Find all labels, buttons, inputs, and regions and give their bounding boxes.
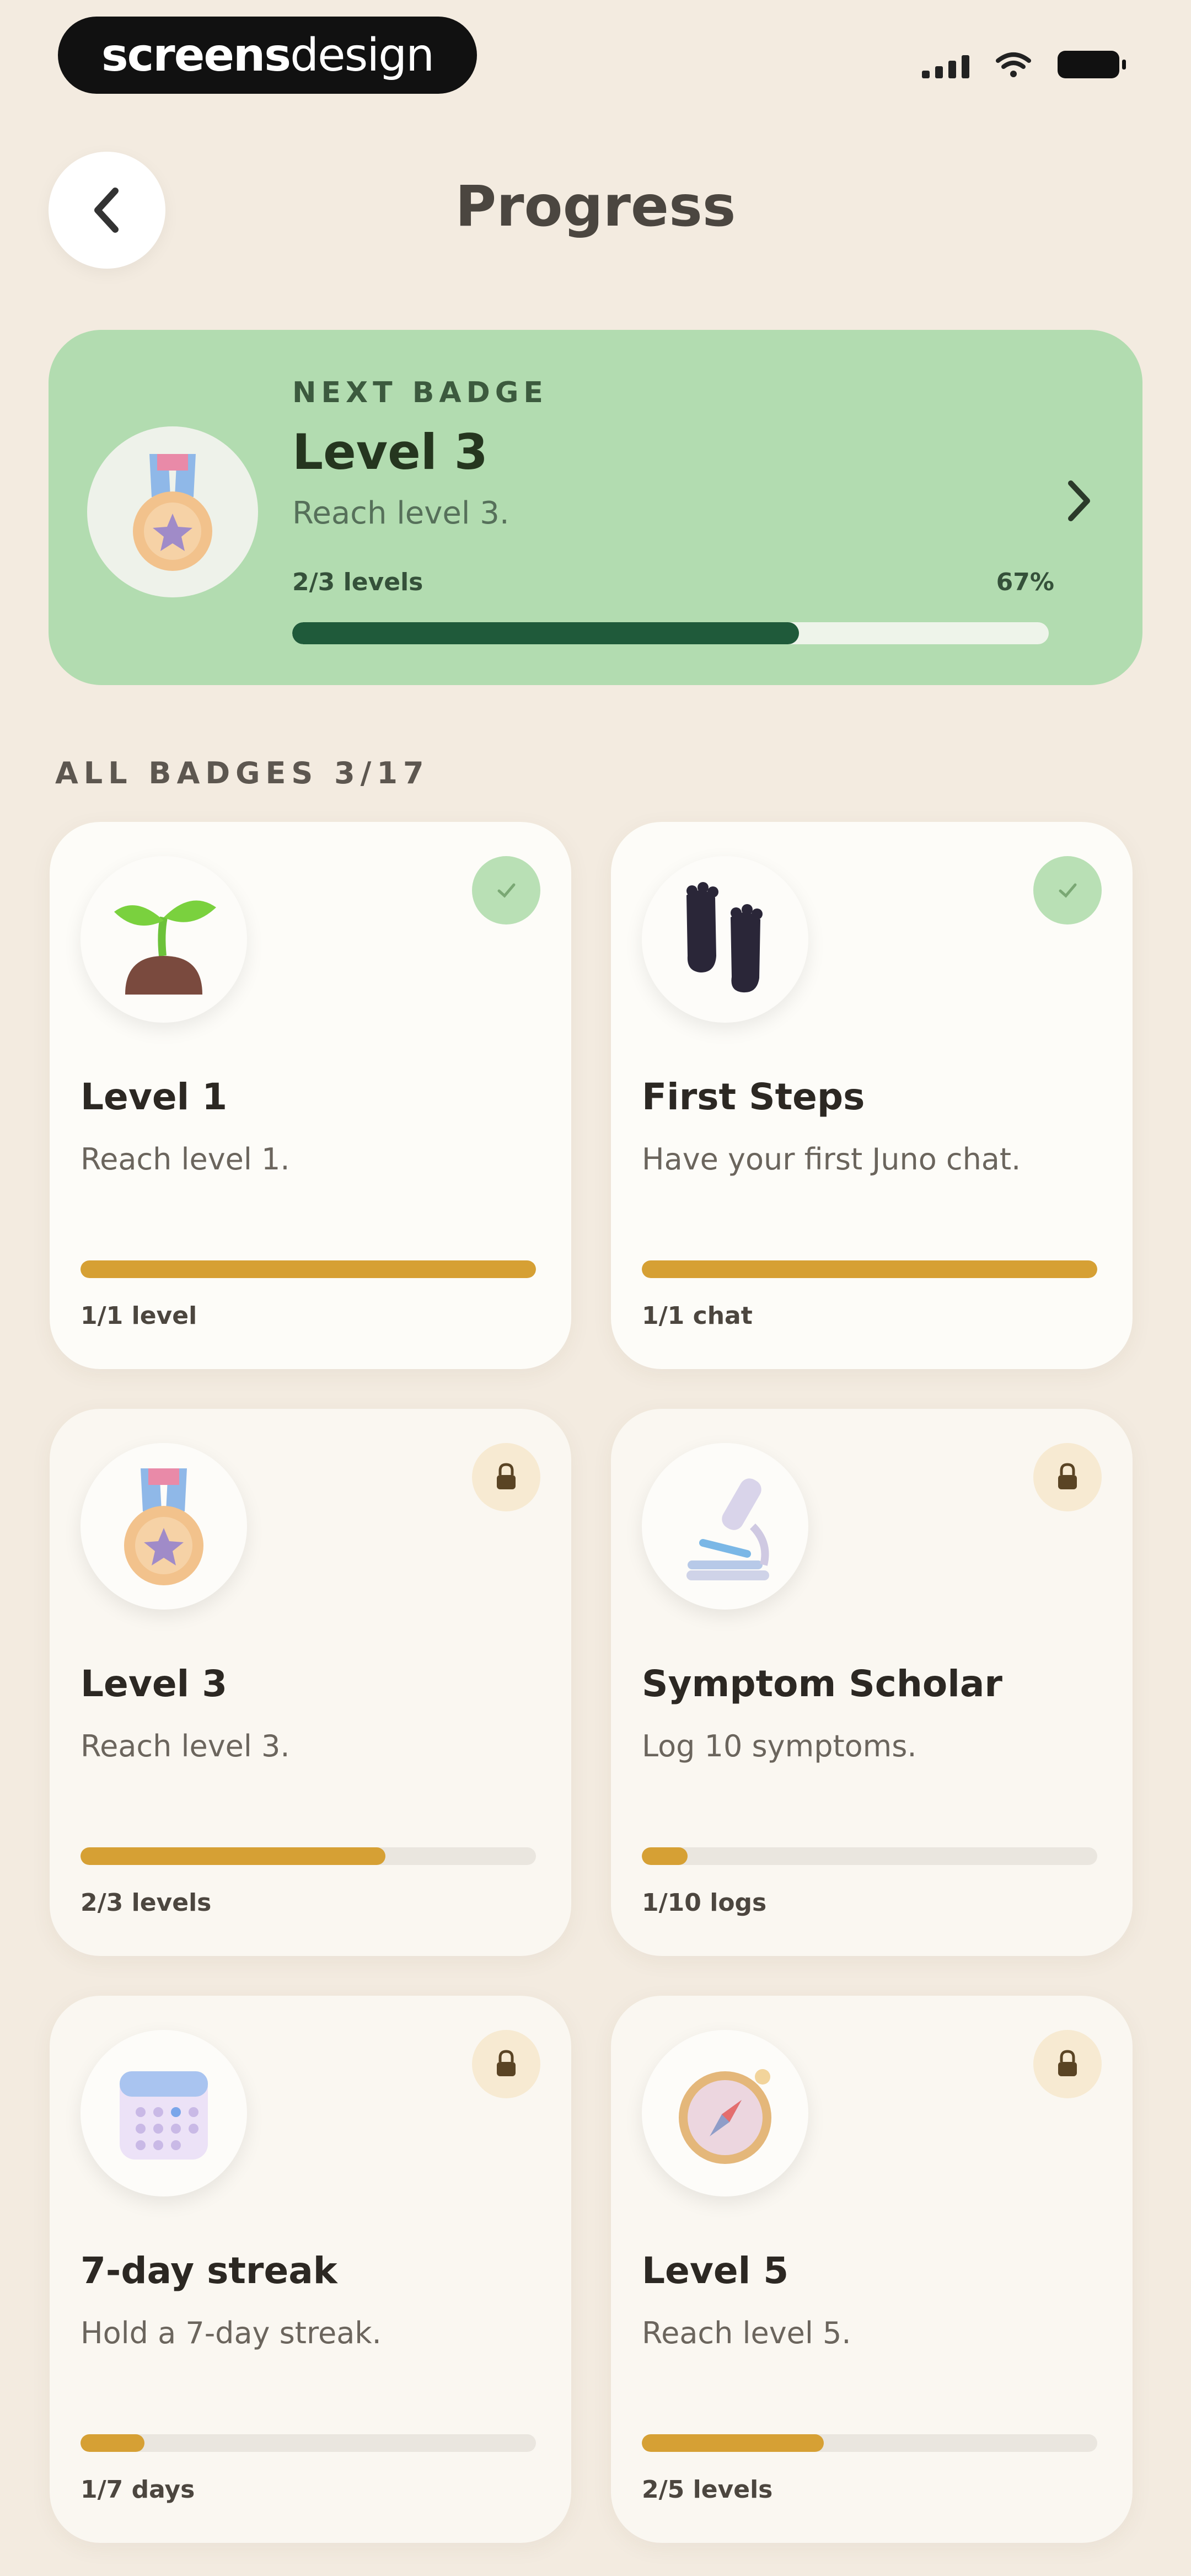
medal-icon	[81, 1443, 247, 1610]
page-title: Progress	[455, 174, 736, 239]
badge-description: Have your first Juno chat.	[642, 1142, 1021, 1177]
badge-card-first-steps[interactable]: First Steps Have your first Juno chat. 1…	[611, 822, 1133, 1369]
badge-progress-bar	[642, 1260, 1097, 1278]
badge-count: 2/3 levels	[81, 1889, 212, 1917]
battery-icon	[1058, 51, 1126, 78]
badge-progress-bar	[81, 1260, 536, 1278]
badge-count: 1/7 days	[81, 2476, 195, 2504]
lock-icon	[472, 2030, 540, 2098]
badge-count: 1/1 chat	[642, 1302, 753, 1330]
next-badge-kicker: NEXT BADGE	[292, 376, 548, 409]
lock-icon	[1033, 2030, 1102, 2098]
next-badge-progress-fill	[292, 622, 800, 644]
next-badge-percent: 67%	[996, 568, 1054, 596]
badge-description: Reach level 3.	[81, 1729, 290, 1763]
badge-progress-bar	[81, 2434, 536, 2452]
status-bar: screens design	[0, 0, 1191, 116]
calendar-icon	[81, 2030, 247, 2196]
brand-logo-bold: screens	[101, 29, 291, 82]
system-icons	[922, 51, 1126, 78]
badge-count: 1/1 level	[81, 1302, 197, 1330]
next-badge-card[interactable]: NEXT BADGE Level 3 Reach level 3. 2/3 le…	[49, 330, 1142, 685]
badge-card-level-1[interactable]: Level 1 Reach level 1. 1/1 level	[50, 822, 571, 1369]
badge-progress-bar	[642, 1847, 1097, 1865]
lock-icon	[472, 1443, 540, 1511]
next-badge-progress-bar	[292, 622, 1049, 644]
signal-icon	[922, 55, 969, 78]
earned-check-icon	[472, 856, 540, 924]
badge-progress-bar	[642, 2434, 1097, 2452]
lock-icon	[1033, 1443, 1102, 1511]
next-badge-description: Reach level 3.	[292, 495, 509, 531]
badge-count: 1/10 logs	[642, 1889, 767, 1917]
medal-icon	[87, 426, 258, 597]
badge-title: 7-day streak	[81, 2249, 337, 2292]
brand-logo: screens design	[58, 17, 477, 94]
badge-card-level-5[interactable]: Level 5 Reach level 5. 2/5 levels	[611, 1996, 1133, 2543]
badge-progress-fill	[81, 1260, 536, 1278]
badge-description: Reach level 1.	[81, 1142, 290, 1177]
badge-progress-fill	[642, 2434, 824, 2452]
next-badge-count: 2/3 levels	[292, 568, 423, 596]
badge-count: 2/5 levels	[642, 2476, 773, 2504]
badge-progress-fill	[81, 2434, 144, 2452]
badge-card-symptom-scholar[interactable]: Symptom Scholar Log 10 symptoms. 1/10 lo…	[611, 1409, 1133, 1956]
badge-title: First Steps	[642, 1076, 865, 1118]
badge-title: Symptom Scholar	[642, 1663, 1002, 1705]
all-badges-label: ALL BADGES 3/17	[55, 756, 430, 790]
earned-check-icon	[1033, 856, 1102, 924]
brand-logo-light: design	[290, 29, 434, 82]
badge-progress-fill	[642, 1260, 1097, 1278]
badge-progress-fill	[81, 1847, 386, 1865]
badge-description: Log 10 symptoms.	[642, 1729, 917, 1763]
chevron-right-icon	[1068, 480, 1090, 521]
badge-progress-bar	[81, 1847, 536, 1865]
wifi-icon	[996, 52, 1031, 77]
badge-title: Level 1	[81, 1076, 228, 1118]
badge-title: Level 3	[81, 1663, 228, 1705]
compass-icon	[642, 2030, 808, 2196]
badge-card-level-3[interactable]: Level 3 Reach level 3. 2/3 levels	[50, 1409, 571, 1956]
badge-title: Level 5	[642, 2249, 789, 2292]
badge-progress-fill	[642, 1847, 688, 1865]
seedling-icon	[81, 856, 247, 1023]
next-badge-name: Level 3	[292, 424, 488, 480]
badge-description: Hold a 7-day streak.	[81, 2316, 382, 2350]
badge-description: Reach level 5.	[642, 2316, 851, 2350]
footprints-icon	[642, 856, 808, 1023]
badge-grid: Level 1 Reach level 1. 1/1 level First S…	[50, 822, 1133, 2543]
microscope-icon	[642, 1443, 808, 1610]
badge-card-7-day-streak[interactable]: 7-day streak Hold a 7-day streak. 1/7 da…	[50, 1996, 571, 2543]
